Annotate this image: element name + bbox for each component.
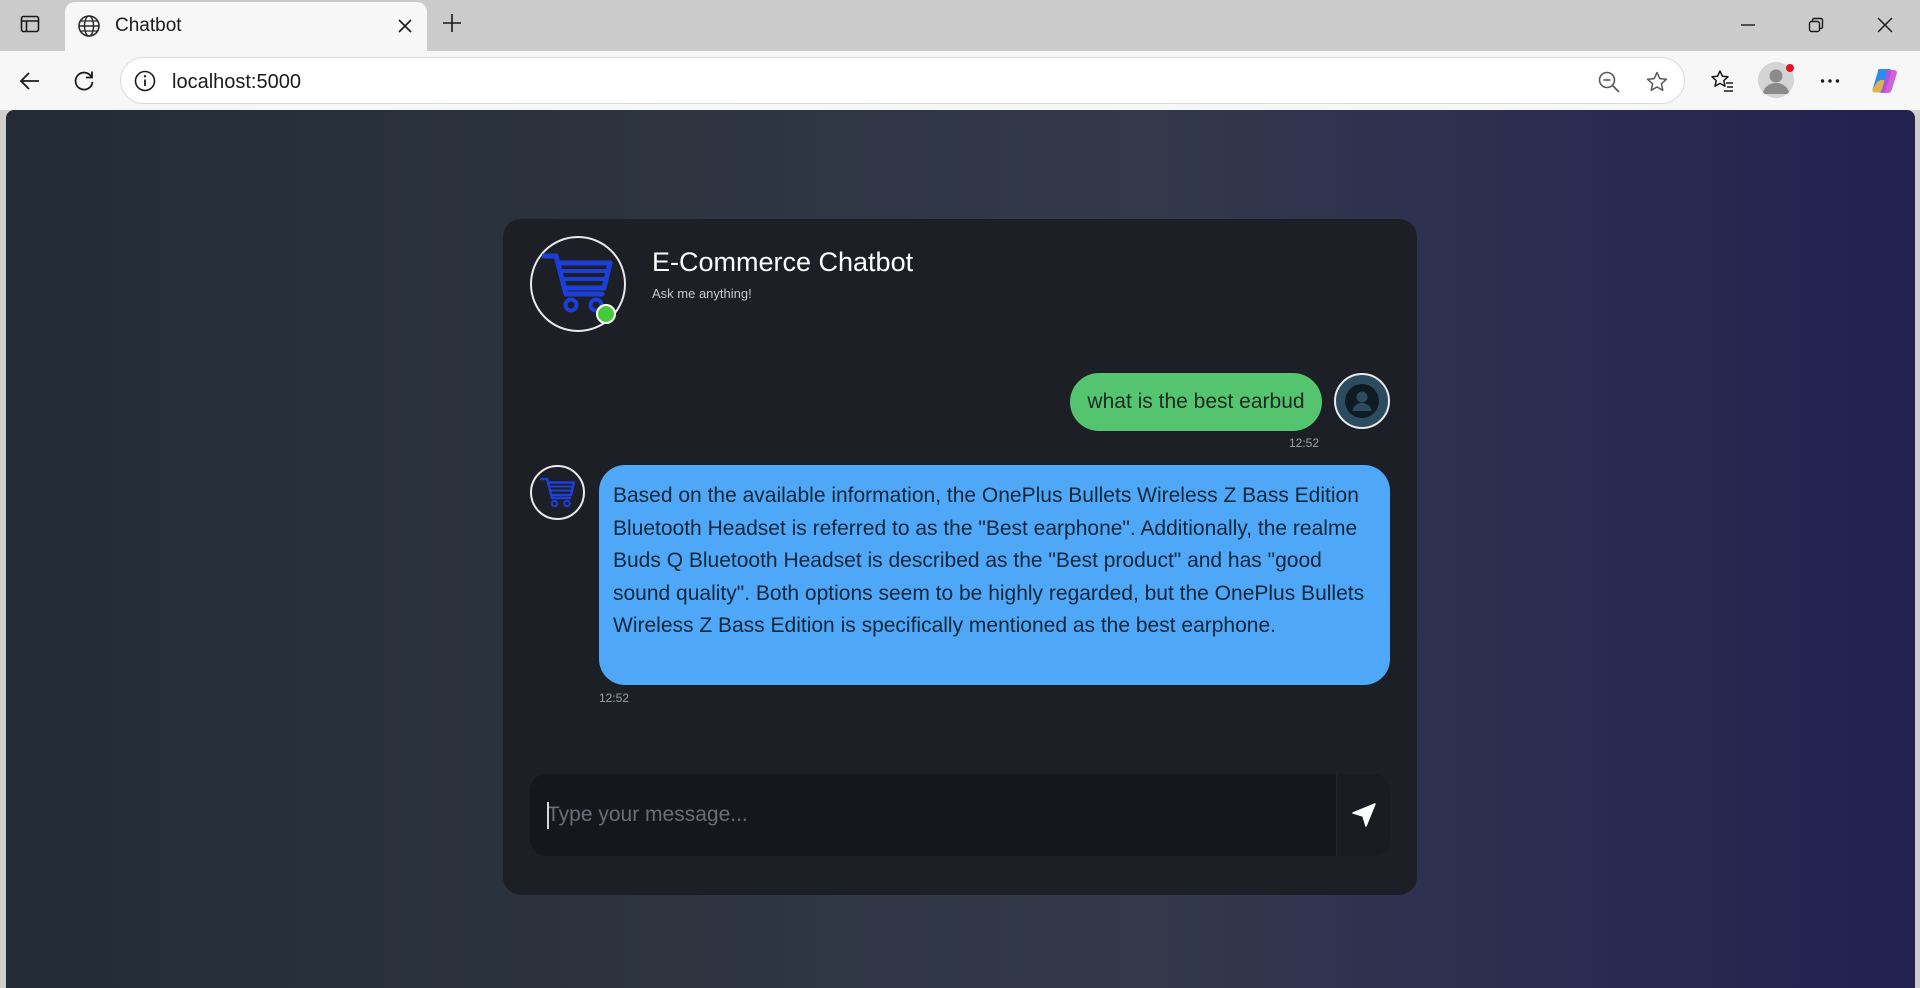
star-icon[interactable] bbox=[1643, 68, 1671, 96]
sidebar-toggle-icon[interactable] bbox=[12, 8, 48, 40]
refresh-icon[interactable] bbox=[67, 64, 101, 98]
back-icon[interactable] bbox=[13, 64, 47, 98]
minimize-icon[interactable] bbox=[1733, 10, 1763, 40]
address-bar[interactable]: localhost:5000 bbox=[120, 57, 1685, 104]
message-timestamp: 12:52 bbox=[1289, 436, 1320, 450]
send-icon bbox=[1351, 803, 1376, 827]
close-icon[interactable] bbox=[393, 14, 417, 38]
restore-icon[interactable] bbox=[1801, 10, 1831, 40]
bot-message-bubble: Based on the available information, the … bbox=[599, 465, 1390, 685]
globe-icon bbox=[77, 14, 101, 38]
more-icon[interactable] bbox=[1813, 64, 1847, 98]
window-close-icon[interactable] bbox=[1870, 10, 1900, 40]
page-viewport: E-Commerce Chatbot Ask me anything! what… bbox=[6, 110, 1915, 988]
message-input[interactable] bbox=[530, 774, 1336, 856]
url-text: localhost:5000 bbox=[172, 71, 301, 93]
send-button[interactable] bbox=[1336, 774, 1390, 856]
chat-container: E-Commerce Chatbot Ask me anything! what… bbox=[503, 219, 1417, 895]
favorites-icon[interactable] bbox=[1705, 64, 1739, 98]
online-status-indicator bbox=[596, 304, 616, 324]
browser-toolbar: localhost:5000 bbox=[0, 51, 1920, 110]
notification-dot bbox=[1786, 64, 1794, 72]
browser-tab-bar: Chatbot bbox=[0, 0, 1920, 51]
tab-title: Chatbot bbox=[115, 15, 182, 36]
message-timestamp: 12:52 bbox=[599, 691, 630, 705]
copilot-icon[interactable] bbox=[1868, 64, 1902, 98]
plus-icon[interactable] bbox=[437, 8, 467, 38]
chat-title: E-Commerce Chatbot bbox=[652, 247, 914, 277]
user-avatar bbox=[1334, 373, 1390, 429]
bot-message-avatar bbox=[530, 465, 585, 520]
message-composer bbox=[530, 774, 1390, 856]
text-caret bbox=[547, 802, 549, 829]
cart-icon bbox=[539, 477, 575, 508]
info-icon[interactable] bbox=[133, 69, 157, 93]
browser-tab[interactable]: Chatbot bbox=[65, 2, 427, 51]
chat-subtitle: Ask me anything! bbox=[652, 286, 752, 301]
zoom-out-icon[interactable] bbox=[1595, 68, 1623, 96]
user-icon bbox=[1345, 384, 1379, 418]
user-message-bubble: what is the best earbud bbox=[1070, 373, 1322, 431]
